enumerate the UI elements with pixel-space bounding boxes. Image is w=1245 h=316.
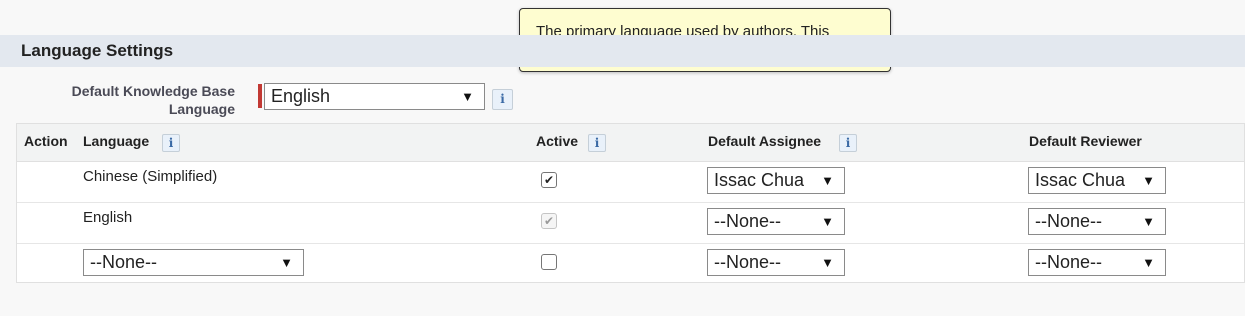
default-reviewer-select[interactable]: --None-- ▼ — [1028, 249, 1166, 276]
table-header: Action Language i Active i Default Assig… — [17, 124, 1244, 162]
column-header-default-reviewer: Default Reviewer — [1029, 133, 1142, 149]
chevron-down-icon: ▼ — [1142, 214, 1155, 229]
select-value: --None-- — [90, 252, 158, 272]
language-select[interactable]: --None-- ▼ — [83, 249, 304, 276]
languages-table: Action Language i Active i Default Assig… — [16, 123, 1245, 283]
chevron-down-icon: ▼ — [461, 89, 474, 104]
chevron-down-icon: ▼ — [280, 255, 293, 270]
active-checkbox[interactable] — [541, 254, 557, 270]
info-icon[interactable]: i — [492, 89, 513, 110]
active-checkbox: ✔ — [541, 213, 557, 229]
info-icon[interactable]: i — [588, 134, 606, 152]
select-value: --None-- — [1035, 211, 1103, 231]
select-value: Issac Chua — [714, 170, 805, 190]
column-header-active: Active — [536, 133, 579, 149]
default-language-label: Default Knowledge Base Language — [71, 83, 235, 117]
select-value: --None-- — [1035, 252, 1103, 272]
required-indicator — [258, 84, 262, 108]
select-value: Issac Chua — [1035, 170, 1126, 190]
section-title: Language Settings — [21, 41, 174, 60]
language-name: English — [83, 209, 133, 226]
chevron-down-icon: ▼ — [821, 173, 834, 188]
default-language-select[interactable]: English ▼ — [264, 83, 485, 110]
default-reviewer-select[interactable]: --None-- ▼ — [1028, 208, 1166, 235]
default-assignee-select[interactable]: --None-- ▼ — [707, 208, 845, 235]
default-assignee-select[interactable]: Issac Chua ▼ — [707, 167, 845, 194]
select-value: --None-- — [714, 252, 782, 272]
section-header — [0, 35, 1245, 67]
column-header-action: Action — [24, 133, 68, 149]
row-divider — [17, 202, 1244, 203]
row-divider — [17, 243, 1244, 244]
column-header-language: Language — [83, 133, 150, 149]
default-reviewer-select[interactable]: Issac Chua ▼ — [1028, 167, 1166, 194]
chevron-down-icon: ▼ — [1142, 255, 1155, 270]
chevron-down-icon: ▼ — [821, 255, 834, 270]
select-value: --None-- — [714, 211, 782, 231]
info-icon[interactable]: i — [839, 134, 857, 152]
chevron-down-icon: ▼ — [821, 214, 834, 229]
info-icon[interactable]: i — [162, 134, 180, 152]
chevron-down-icon: ▼ — [1142, 173, 1155, 188]
language-name: Chinese (Simplified) — [83, 168, 218, 185]
default-language-value: English — [271, 86, 331, 106]
default-assignee-select[interactable]: --None-- ▼ — [707, 249, 845, 276]
active-checkbox[interactable]: ✔ — [541, 172, 557, 188]
column-header-default-assignee: Default Assignee — [708, 133, 822, 149]
